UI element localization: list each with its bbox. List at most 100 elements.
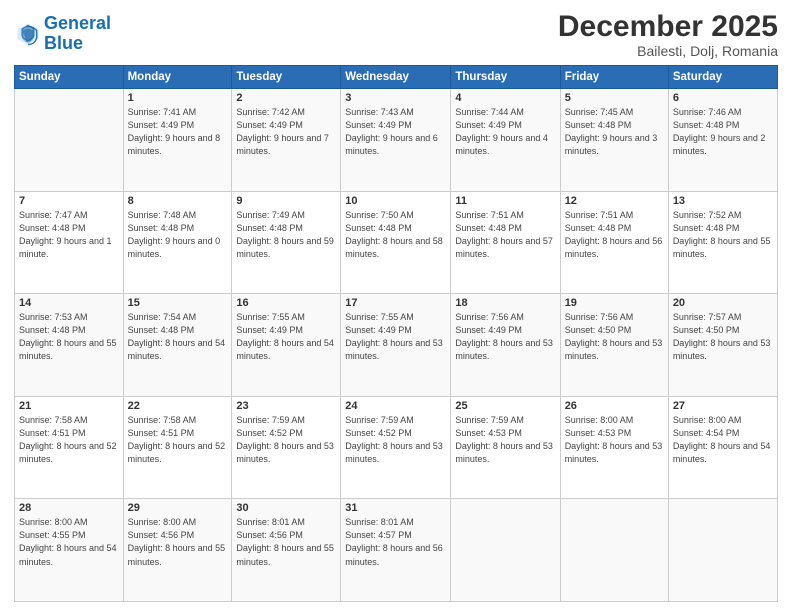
day-info: Sunrise: 7:52 AM Sunset: 4:48 PM Dayligh… [673, 209, 773, 261]
day-info: Sunrise: 7:44 AM Sunset: 4:49 PM Dayligh… [455, 106, 555, 158]
day-cell: 18Sunrise: 7:56 AM Sunset: 4:49 PM Dayli… [451, 294, 560, 397]
weekday-header-monday: Monday [123, 66, 232, 89]
day-cell: 31 Sunrise: 8:01 AM Sunset: 4:57 PM Dayli… [341, 499, 451, 602]
day-info: Sunrise: 7:50 AM Sunset: 4:48 PM Dayligh… [345, 209, 446, 261]
day-info: Sunrise: 8:00 AM Sunset: 4:54 PM Dayligh… [673, 414, 773, 466]
day-info: Sunrise: 8:00 AM Sunset: 4:53 PM Dayligh… [565, 414, 664, 466]
day-info: Sunrise: 7:59 AM Sunset: 4:52 PM Dayligh… [236, 414, 336, 466]
day-number: 9 [236, 195, 336, 207]
day-number: 6 [673, 92, 773, 104]
day-cell: 29 Sunrise: 8:00 AM Sunset: 4:56 PM Dayli… [123, 499, 232, 602]
day-cell: 21Sunrise: 7:58 AM Sunset: 4:51 PM Dayli… [15, 396, 124, 499]
day-cell: 3 Sunrise: 7:43 AM Sunset: 4:49 PM Daylig… [341, 89, 451, 192]
logo-text: General Blue [44, 14, 111, 54]
day-number: 19 [565, 297, 664, 309]
weekday-header-thursday: Thursday [451, 66, 560, 89]
day-cell: 5Sunrise: 7:45 AM Sunset: 4:48 PM Daylig… [560, 89, 668, 192]
day-number: 25 [455, 400, 555, 412]
day-cell: 30Sunrise: 8:01 AM Sunset: 4:56 PM Dayli… [232, 499, 341, 602]
title-block: December 2025 Bailesti, Dolj, Romania [558, 10, 778, 59]
day-info: Sunrise: 7:54 AM Sunset: 4:48 PM Dayligh… [128, 311, 228, 363]
logo: General Blue [14, 14, 111, 54]
week-row-3: 14 Sunrise: 7:53 AM Sunset: 4:48 PM Dayli… [15, 294, 778, 397]
day-cell: 4 Sunrise: 7:44 AM Sunset: 4:49 PM Daylig… [451, 89, 560, 192]
day-number: 5 [565, 92, 664, 104]
day-cell: 15 Sunrise: 7:54 AM Sunset: 4:48 PM Dayli… [123, 294, 232, 397]
day-cell: 7 Sunrise: 7:47 AM Sunset: 4:48 PM Daylig… [15, 191, 124, 294]
day-info: Sunrise: 7:58 AM Sunset: 4:51 PM Dayligh… [128, 414, 228, 466]
day-cell: 14 Sunrise: 7:53 AM Sunset: 4:48 PM Dayli… [15, 294, 124, 397]
calendar-body: 1Sunrise: 7:41 AM Sunset: 4:49 PM Daylig… [15, 89, 778, 602]
day-number: 27 [673, 400, 773, 412]
day-info: Sunrise: 8:00 AM Sunset: 4:55 PM Dayligh… [19, 516, 119, 568]
day-cell: 20 Sunrise: 7:57 AM Sunset: 4:50 PM Dayli… [668, 294, 777, 397]
day-number: 20 [673, 297, 773, 309]
day-info: Sunrise: 8:01 AM Sunset: 4:57 PM Dayligh… [345, 516, 446, 568]
day-number: 12 [565, 195, 664, 207]
week-row-5: 28 Sunrise: 8:00 AM Sunset: 4:55 PM Dayli… [15, 499, 778, 602]
day-cell: 12Sunrise: 7:51 AM Sunset: 4:48 PM Dayli… [560, 191, 668, 294]
day-info: Sunrise: 7:42 AM Sunset: 4:49 PM Dayligh… [236, 106, 336, 158]
day-cell: 2 Sunrise: 7:42 AM Sunset: 4:49 PM Daylig… [232, 89, 341, 192]
day-info: Sunrise: 7:41 AM Sunset: 4:49 PM Dayligh… [128, 106, 228, 158]
month-year: December 2025 [558, 10, 778, 43]
day-info: Sunrise: 7:48 AM Sunset: 4:48 PM Dayligh… [128, 209, 228, 261]
day-number: 16 [236, 297, 336, 309]
day-number: 28 [19, 502, 119, 514]
day-number: 31 [345, 502, 446, 514]
location: Bailesti, Dolj, Romania [558, 43, 778, 59]
day-number: 2 [236, 92, 336, 104]
day-cell: 13 Sunrise: 7:52 AM Sunset: 4:48 PM Dayli… [668, 191, 777, 294]
day-number: 18 [455, 297, 555, 309]
day-info: Sunrise: 7:57 AM Sunset: 4:50 PM Dayligh… [673, 311, 773, 363]
day-number: 14 [19, 297, 119, 309]
week-row-4: 21Sunrise: 7:58 AM Sunset: 4:51 PM Dayli… [15, 396, 778, 499]
day-cell: 23 Sunrise: 7:59 AM Sunset: 4:52 PM Dayli… [232, 396, 341, 499]
day-cell: 22 Sunrise: 7:58 AM Sunset: 4:51 PM Dayli… [123, 396, 232, 499]
week-row-2: 7 Sunrise: 7:47 AM Sunset: 4:48 PM Daylig… [15, 191, 778, 294]
day-cell: 11 Sunrise: 7:51 AM Sunset: 4:48 PM Dayli… [451, 191, 560, 294]
day-number: 15 [128, 297, 228, 309]
day-cell: 24Sunrise: 7:59 AM Sunset: 4:52 PM Dayli… [341, 396, 451, 499]
weekday-header-wednesday: Wednesday [341, 66, 451, 89]
day-cell [451, 499, 560, 602]
day-number: 23 [236, 400, 336, 412]
day-number: 13 [673, 195, 773, 207]
page: General Blue December 2025 Bailesti, Dol… [0, 0, 792, 612]
day-cell: 16Sunrise: 7:55 AM Sunset: 4:49 PM Dayli… [232, 294, 341, 397]
day-number: 4 [455, 92, 555, 104]
day-info: Sunrise: 7:49 AM Sunset: 4:48 PM Dayligh… [236, 209, 336, 261]
day-number: 11 [455, 195, 555, 207]
day-info: Sunrise: 7:43 AM Sunset: 4:49 PM Dayligh… [345, 106, 446, 158]
day-number: 7 [19, 195, 119, 207]
day-info: Sunrise: 7:56 AM Sunset: 4:50 PM Dayligh… [565, 311, 664, 363]
day-info: Sunrise: 7:59 AM Sunset: 4:53 PM Dayligh… [455, 414, 555, 466]
day-number: 29 [128, 502, 228, 514]
day-info: Sunrise: 8:00 AM Sunset: 4:56 PM Dayligh… [128, 516, 228, 568]
weekday-row: SundayMondayTuesdayWednesdayThursdayFrid… [15, 66, 778, 89]
day-cell [560, 499, 668, 602]
day-info: Sunrise: 7:51 AM Sunset: 4:48 PM Dayligh… [455, 209, 555, 261]
day-info: Sunrise: 7:55 AM Sunset: 4:49 PM Dayligh… [345, 311, 446, 363]
calendar-header: SundayMondayTuesdayWednesdayThursdayFrid… [15, 66, 778, 89]
day-cell: 8 Sunrise: 7:48 AM Sunset: 4:48 PM Daylig… [123, 191, 232, 294]
week-row-1: 1Sunrise: 7:41 AM Sunset: 4:49 PM Daylig… [15, 89, 778, 192]
day-number: 30 [236, 502, 336, 514]
day-cell [668, 499, 777, 602]
day-number: 22 [128, 400, 228, 412]
day-cell: 26Sunrise: 8:00 AM Sunset: 4:53 PM Dayli… [560, 396, 668, 499]
day-info: Sunrise: 7:59 AM Sunset: 4:52 PM Dayligh… [345, 414, 446, 466]
day-cell: 6 Sunrise: 7:46 AM Sunset: 4:48 PM Daylig… [668, 89, 777, 192]
day-cell: 25 Sunrise: 7:59 AM Sunset: 4:53 PM Dayli… [451, 396, 560, 499]
day-info: Sunrise: 7:53 AM Sunset: 4:48 PM Dayligh… [19, 311, 119, 363]
day-cell: 1Sunrise: 7:41 AM Sunset: 4:49 PM Daylig… [123, 89, 232, 192]
day-cell: 17Sunrise: 7:55 AM Sunset: 4:49 PM Dayli… [341, 294, 451, 397]
weekday-header-friday: Friday [560, 66, 668, 89]
day-number: 3 [345, 92, 446, 104]
day-info: Sunrise: 7:58 AM Sunset: 4:51 PM Dayligh… [19, 414, 119, 466]
day-info: Sunrise: 7:46 AM Sunset: 4:48 PM Dayligh… [673, 106, 773, 158]
day-number: 8 [128, 195, 228, 207]
calendar-table: SundayMondayTuesdayWednesdayThursdayFrid… [14, 65, 778, 602]
day-info: Sunrise: 7:47 AM Sunset: 4:48 PM Dayligh… [19, 209, 119, 261]
weekday-header-tuesday: Tuesday [232, 66, 341, 89]
